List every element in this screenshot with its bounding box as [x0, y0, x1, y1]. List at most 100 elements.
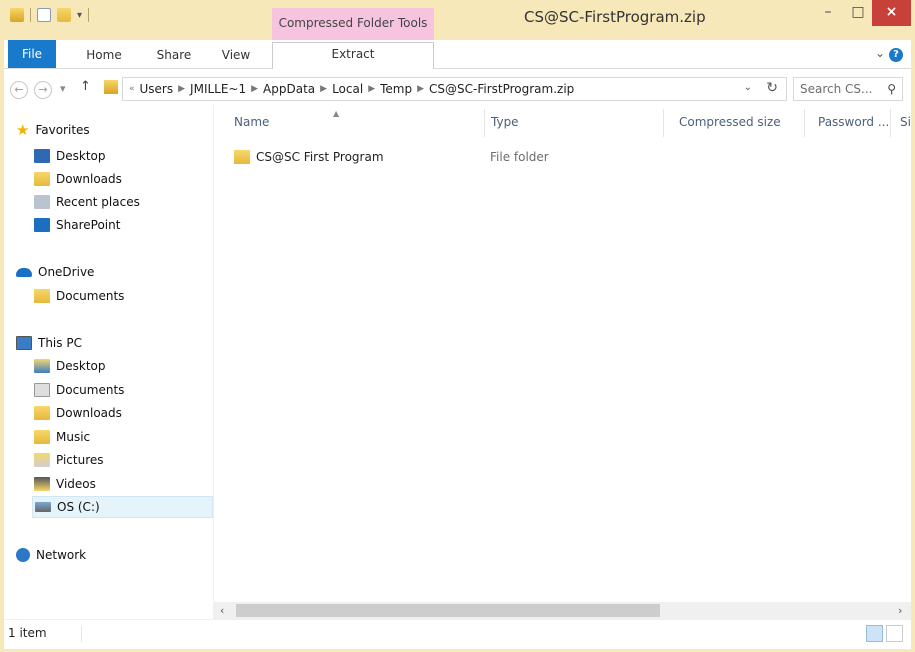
- onedrive-icon: [16, 267, 32, 277]
- nav-label: OS (C:): [57, 500, 100, 514]
- nav-label: This PC: [38, 336, 82, 350]
- nav-item-recent-places[interactable]: Recent places: [34, 191, 140, 213]
- new-folder-icon[interactable]: [57, 8, 71, 22]
- nav-item-os-drive[interactable]: OS (C:): [32, 496, 213, 518]
- nav-this-pc[interactable]: This PC: [16, 332, 82, 354]
- column-header-password[interactable]: Password ...: [818, 115, 889, 129]
- large-icons-view-icon[interactable]: [886, 625, 903, 642]
- back-button[interactable]: ←: [10, 81, 28, 99]
- maximize-button[interactable]: □: [844, 0, 872, 26]
- nav-item-pc-documents[interactable]: Documents: [34, 379, 124, 401]
- recent-locations-icon[interactable]: ▾: [60, 82, 66, 95]
- breadcrumb-item[interactable]: Users: [137, 82, 177, 96]
- tab-view[interactable]: View: [216, 44, 256, 66]
- expand-ribbon-icon[interactable]: ⌄: [875, 46, 885, 60]
- nav-label: Documents: [56, 289, 125, 303]
- scroll-right-icon[interactable]: ›: [898, 602, 902, 619]
- column-divider[interactable]: [663, 109, 664, 137]
- column-divider[interactable]: [890, 109, 891, 137]
- nav-onedrive[interactable]: OneDrive: [16, 261, 94, 283]
- breadcrumb-chevron-icon[interactable]: ▶: [249, 84, 260, 94]
- drive-icon: [35, 502, 51, 512]
- downloads-icon: [34, 406, 50, 420]
- column-divider[interactable]: [804, 109, 805, 137]
- tab-extract[interactable]: Extract: [272, 42, 434, 69]
- status-bar: 1 item: [4, 619, 911, 649]
- nav-label: Documents: [56, 383, 125, 397]
- desktop-icon: [34, 149, 50, 163]
- customize-qat-icon[interactable]: ▾: [77, 10, 82, 21]
- close-button[interactable]: ×: [872, 0, 911, 26]
- nav-item-desktop[interactable]: Desktop: [34, 145, 106, 167]
- downloads-icon: [34, 172, 50, 186]
- column-header-size[interactable]: Siz: [900, 115, 911, 129]
- minimize-button[interactable]: –: [814, 0, 842, 26]
- up-button[interactable]: ↑: [80, 79, 91, 94]
- breadcrumb-chevron-icon[interactable]: ▶: [415, 84, 426, 94]
- file-list: Name ▲ Type Compressed size Password ...…: [214, 105, 911, 602]
- address-bar[interactable]: « Users ▶ JMILLE~1 ▶ AppData ▶ Local ▶ T…: [122, 77, 787, 101]
- nav-item-sharepoint[interactable]: SharePoint: [34, 214, 120, 236]
- nav-network[interactable]: Network: [16, 544, 86, 566]
- nav-item-onedrive-documents[interactable]: Documents: [34, 285, 124, 307]
- column-header-name[interactable]: Name: [234, 115, 269, 129]
- search-placeholder: Search CS...: [800, 82, 873, 96]
- column-header-compressed-size[interactable]: Compressed size: [679, 115, 781, 129]
- ribbon-help: ⌄?: [875, 46, 903, 62]
- nav-label: Network: [36, 548, 87, 562]
- nav-label: Desktop: [56, 359, 106, 373]
- documents-icon: [34, 383, 50, 397]
- address-dropdown-icon[interactable]: ⌄: [744, 82, 752, 93]
- nav-label: Recent places: [56, 195, 140, 209]
- breadcrumb-item[interactable]: JMILLE~1: [187, 82, 249, 96]
- address-row: ← → ▾ ↑ « Users ▶ JMILLE~1 ▶ AppData ▶ L…: [4, 69, 911, 105]
- nav-label: Music: [56, 430, 91, 444]
- breadcrumb-chevron-icon[interactable]: ▶: [366, 84, 377, 94]
- navigation-pane: ★ Favorites Desktop Downloads Recent pla…: [4, 105, 214, 619]
- breadcrumb-item[interactable]: AppData: [260, 82, 318, 96]
- nav-item-pc-downloads[interactable]: Downloads: [34, 402, 122, 424]
- search-input[interactable]: Search CS... ⚲: [793, 77, 903, 101]
- details-view-icon[interactable]: [866, 625, 883, 642]
- window-title: CS@SC-FirstProgram.zip: [524, 8, 706, 26]
- nav-item-music[interactable]: Music: [34, 426, 90, 448]
- nav-label: Downloads: [56, 406, 122, 420]
- scroll-left-icon[interactable]: ‹: [220, 602, 224, 619]
- breadcrumb-chevron-icon[interactable]: ▶: [318, 84, 329, 94]
- folder-icon: [234, 150, 250, 164]
- address-folder-icon: [104, 80, 118, 94]
- forward-button[interactable]: →: [34, 81, 52, 99]
- pictures-icon: [34, 453, 50, 467]
- tab-file[interactable]: File: [8, 40, 56, 68]
- column-header-type[interactable]: Type: [491, 115, 519, 129]
- desktop-folder-icon: [34, 359, 50, 373]
- horizontal-scrollbar[interactable]: ‹ ›: [214, 602, 911, 619]
- search-icon: ⚲: [887, 82, 896, 96]
- breadcrumb-overflow[interactable]: «: [127, 84, 137, 94]
- breadcrumb-item[interactable]: Temp: [377, 82, 415, 96]
- nav-item-videos[interactable]: Videos: [34, 473, 96, 495]
- help-icon[interactable]: ?: [889, 48, 903, 62]
- breadcrumb-chevron-icon[interactable]: ▶: [176, 84, 187, 94]
- scrollbar-thumb[interactable]: [236, 604, 660, 617]
- column-divider[interactable]: [484, 109, 485, 137]
- nav-label: SharePoint: [56, 218, 121, 232]
- breadcrumb-item[interactable]: Local: [329, 82, 366, 96]
- refresh-icon[interactable]: ↻: [766, 80, 778, 96]
- nav-item-downloads[interactable]: Downloads: [34, 168, 122, 190]
- title-bar: ▾ Compressed Folder Tools CS@SC-FirstPro…: [4, 0, 911, 40]
- properties-icon[interactable]: [37, 8, 51, 22]
- tab-share[interactable]: Share: [154, 44, 194, 66]
- breadcrumb-item[interactable]: CS@SC-FirstProgram.zip: [426, 82, 577, 96]
- table-row[interactable]: CS@SC First Program File folder: [234, 146, 894, 168]
- recent-places-icon: [34, 195, 50, 209]
- tab-home[interactable]: Home: [84, 44, 124, 66]
- nav-item-pictures[interactable]: Pictures: [34, 449, 104, 471]
- computer-icon: [16, 336, 32, 350]
- file-type: File folder: [490, 150, 549, 164]
- nav-item-pc-desktop[interactable]: Desktop: [34, 355, 106, 377]
- music-icon: [34, 430, 50, 444]
- nav-favorites[interactable]: ★ Favorites: [16, 119, 90, 141]
- nav-label: Downloads: [56, 172, 122, 186]
- folder-app-icon: [10, 8, 24, 22]
